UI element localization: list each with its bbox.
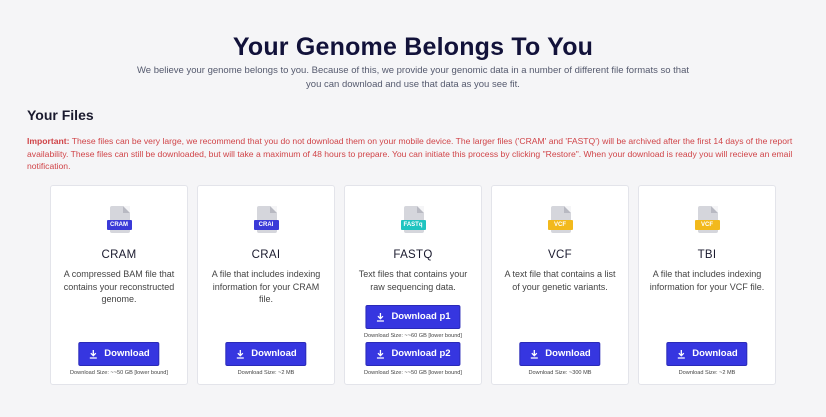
page-subtitle: We believe your genome belongs to you. B… [136, 65, 690, 90]
download-size: Download Size: ~~50 GB [lower bound] [70, 370, 168, 376]
download-button-label: Download p1 [391, 311, 451, 322]
download-size: Download Size: ~~50 GB [lower bound] [364, 370, 462, 376]
file-name: CRAI [251, 249, 281, 261]
download-p2-button[interactable]: Download p2 [365, 342, 461, 366]
warning-label: Important: [27, 136, 70, 146]
file-name: TBI [697, 249, 717, 261]
file-icon: VCF [547, 206, 573, 236]
download-icon [677, 350, 685, 359]
download-button-label: Download [251, 348, 297, 359]
files-section-title: Your Files [27, 107, 94, 123]
file-type-tag: VCF [694, 220, 720, 230]
warning-notice: Important: These files can be very large… [27, 135, 807, 173]
download-button-label: Download p2 [391, 348, 451, 359]
download-size: Download Size: ~300 MB [528, 370, 592, 376]
file-type-tag: CRAI [253, 220, 279, 230]
file-description: A file that includes indexing informatio… [211, 269, 321, 305]
file-card-crai: CRAI CRAI A file that includes indexing … [197, 185, 335, 385]
download-icon [376, 313, 384, 322]
download-button-label: Download [692, 348, 738, 359]
download-icon [236, 350, 244, 359]
file-description: Text files that contains your raw sequen… [358, 269, 468, 292]
file-card-vcf: VCF VCF A text file that contains a list… [491, 185, 629, 385]
download-size: Download Size: ~2 MB [678, 370, 736, 376]
download-button[interactable]: Download [666, 342, 748, 366]
download-p1-button[interactable]: Download p1 [365, 305, 461, 329]
download-button[interactable]: Download [519, 342, 601, 366]
download-button-label: Download [104, 348, 150, 359]
hero: Your Genome Belongs To You We believe yo… [0, 0, 826, 92]
file-type-tag: CRAM [106, 220, 132, 230]
file-card-fastq: FASTq FASTQ Text files that contains you… [344, 185, 482, 385]
file-icon: CRAM [106, 206, 132, 236]
download-icon [376, 350, 384, 359]
download-size: Download Size: ~2 MB [237, 370, 295, 376]
file-card-cram: CRAM CRAM A compressed BAM file that con… [50, 185, 188, 385]
file-icon: FASTq [400, 206, 426, 236]
download-button[interactable]: Download [225, 342, 307, 366]
file-name: CRAM [101, 249, 137, 261]
file-description: A text file that contains a list of your… [504, 269, 616, 292]
file-icon: CRAI [253, 206, 279, 236]
warning-text: These files can be very large, we recomm… [27, 136, 793, 172]
file-description: A file that includes indexing informatio… [649, 269, 765, 292]
file-name: VCF [548, 249, 572, 261]
file-card-tbi: VCF TBI A file that includes indexing in… [638, 185, 776, 385]
download-size: Download Size: ~~60 GB [lower bound] [364, 333, 462, 339]
download-icon [530, 350, 538, 359]
page-title: Your Genome Belongs To You [232, 33, 594, 61]
file-icon: VCF [694, 206, 720, 236]
file-cards: CRAM CRAM A compressed BAM file that con… [50, 185, 776, 385]
file-description: A compressed BAM file that contains your… [63, 269, 175, 305]
file-type-tag: FASTq [400, 220, 426, 230]
file-name: FASTQ [393, 249, 433, 261]
download-icon [89, 350, 97, 359]
file-type-tag: VCF [547, 220, 573, 230]
download-button[interactable]: Download [78, 342, 160, 366]
download-button-label: Download [545, 348, 591, 359]
